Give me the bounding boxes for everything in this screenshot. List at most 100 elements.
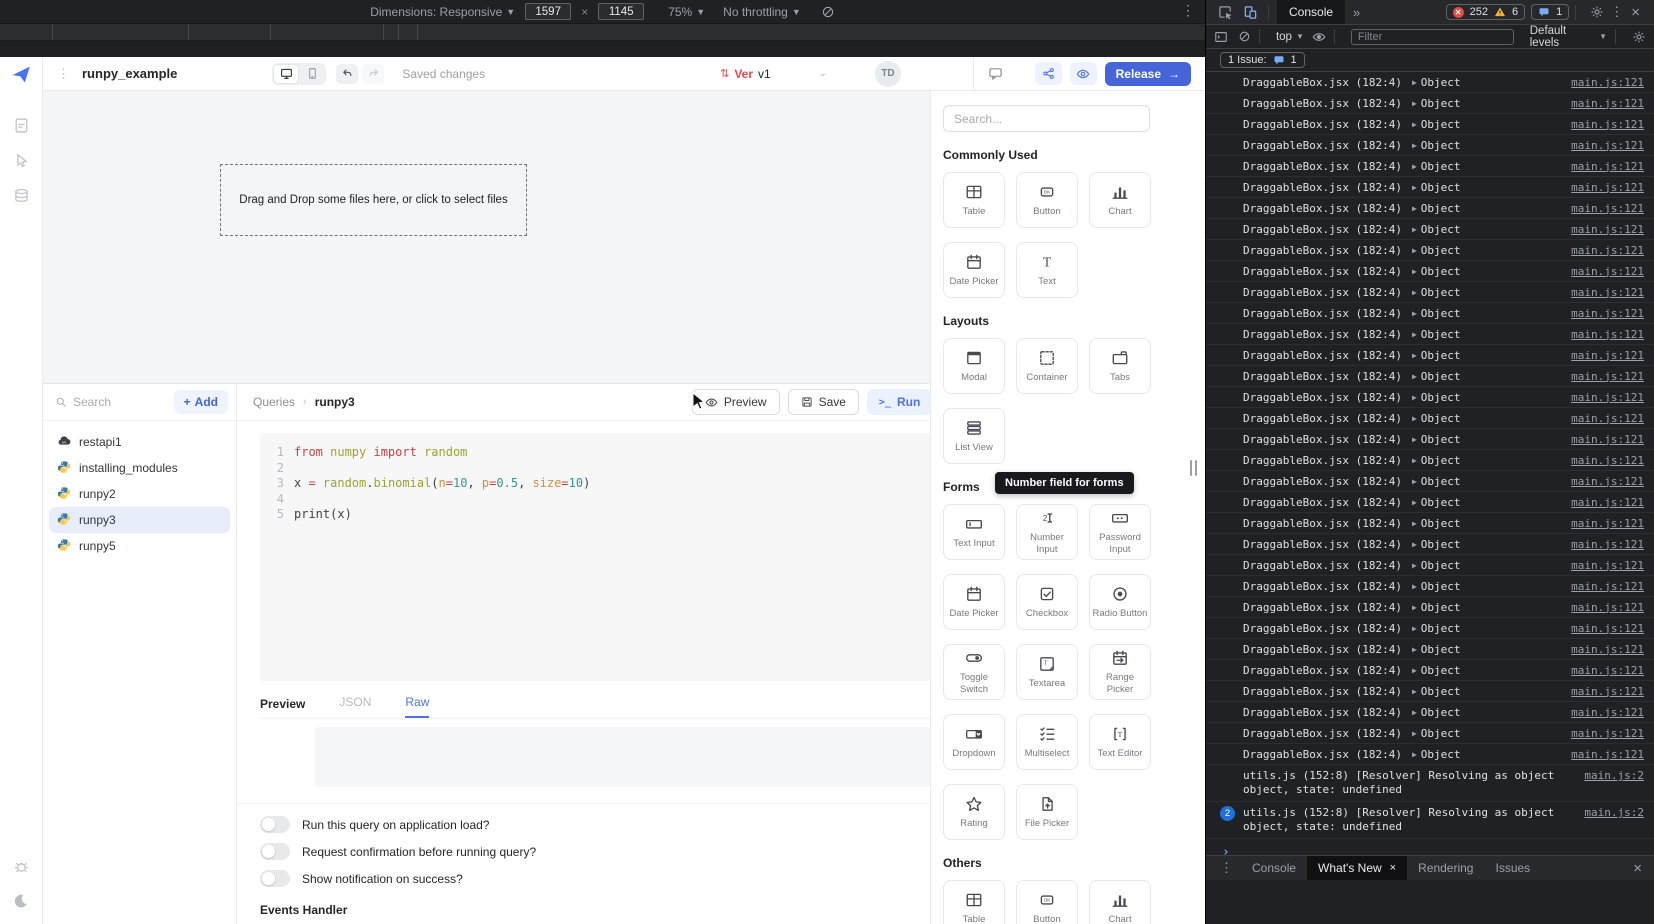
expand-object-icon[interactable]: ▶ bbox=[1412, 453, 1417, 468]
query-search-input[interactable] bbox=[73, 395, 168, 409]
expand-object-icon[interactable]: ▶ bbox=[1412, 474, 1417, 489]
log-object[interactable]: Object bbox=[1421, 180, 1461, 195]
comments-icon[interactable] bbox=[988, 66, 1003, 81]
log-object[interactable]: Object bbox=[1421, 432, 1461, 447]
log-object[interactable]: Object bbox=[1421, 264, 1461, 279]
component-card-text-input[interactable]: Text Input bbox=[943, 504, 1005, 560]
component-card-textarea[interactable]: T Textarea bbox=[1016, 644, 1078, 700]
expand-object-icon[interactable]: ▶ bbox=[1412, 201, 1417, 216]
toggle-device-toolbar-icon[interactable] bbox=[1243, 5, 1258, 20]
source-link[interactable]: main.js:121 bbox=[1571, 222, 1644, 237]
drawer-menu-kebab-icon[interactable]: ⋮ bbox=[1220, 860, 1233, 876]
expand-object-icon[interactable]: ▶ bbox=[1412, 684, 1417, 699]
pages-icon[interactable] bbox=[13, 117, 30, 134]
preview-eye-button[interactable] bbox=[1069, 62, 1097, 85]
component-card-button[interactable]: OK Button bbox=[1016, 880, 1078, 924]
console-settings-gear-icon[interactable] bbox=[1632, 30, 1646, 44]
log-object[interactable]: Object bbox=[1421, 474, 1461, 489]
component-card-table[interactable]: Table bbox=[943, 880, 1005, 924]
log-object[interactable]: Object bbox=[1421, 537, 1461, 552]
query-item-runpy2[interactable]: runpy2 bbox=[49, 481, 230, 507]
log-object[interactable]: Object bbox=[1421, 201, 1461, 216]
version-dropdown[interactable]: ⇅ Ver v1 bbox=[720, 67, 771, 81]
source-link[interactable]: main.js:121 bbox=[1571, 306, 1644, 321]
component-card-toggle-switch[interactable]: Toggle Switch bbox=[943, 644, 1005, 700]
source-link[interactable]: main.js:121 bbox=[1571, 96, 1644, 111]
preview-button[interactable]: Preview bbox=[691, 389, 780, 415]
log-object[interactable]: Object bbox=[1421, 600, 1461, 615]
log-levels-selector[interactable]: Default levels ▼ bbox=[1530, 25, 1607, 49]
component-card-container[interactable]: Container bbox=[1016, 338, 1078, 394]
expand-object-icon[interactable]: ▶ bbox=[1412, 642, 1417, 657]
redo-button[interactable] bbox=[362, 63, 385, 84]
source-link[interactable]: main.js:121 bbox=[1571, 285, 1644, 300]
dark-mode-moon-icon[interactable] bbox=[13, 893, 29, 909]
dimensions-dropdown[interactable]: Dimensions: Responsive ▼ bbox=[370, 5, 515, 19]
save-button[interactable]: Save bbox=[787, 389, 859, 415]
query-item-installing-modules[interactable]: installing_modules bbox=[49, 455, 230, 481]
context-selector[interactable]: top ▼ bbox=[1276, 31, 1304, 43]
log-object[interactable]: Object bbox=[1421, 663, 1461, 678]
drawer-tab-console[interactable]: Console bbox=[1241, 856, 1307, 880]
log-object[interactable]: Object bbox=[1421, 453, 1461, 468]
source-link[interactable]: main.js:121 bbox=[1571, 705, 1644, 720]
source-link[interactable]: main.js:121 bbox=[1571, 600, 1644, 615]
drawer-tab-what-s-new[interactable]: What's New × bbox=[1307, 856, 1408, 880]
component-card-number-input[interactable]: 2 Number Input bbox=[1016, 504, 1078, 560]
source-link[interactable]: main.js:121 bbox=[1571, 621, 1644, 636]
log-object[interactable]: Object bbox=[1421, 117, 1461, 132]
expand-object-icon[interactable]: ▶ bbox=[1412, 663, 1417, 678]
expand-object-icon[interactable]: ▶ bbox=[1412, 558, 1417, 573]
zoom-dropdown[interactable]: 75% ▼ bbox=[668, 5, 705, 19]
log-object[interactable]: Object bbox=[1421, 96, 1461, 111]
log-object[interactable]: Object bbox=[1421, 516, 1461, 531]
log-object[interactable]: Object bbox=[1421, 75, 1461, 90]
viewport-width-input[interactable] bbox=[525, 3, 572, 20]
log-object[interactable]: Object bbox=[1421, 138, 1461, 153]
source-link[interactable]: main.js:121 bbox=[1571, 453, 1644, 468]
source-link[interactable]: main.js:121 bbox=[1571, 348, 1644, 363]
expand-object-icon[interactable]: ▶ bbox=[1412, 159, 1417, 174]
query-item-restapi1[interactable]: API restapi1 bbox=[49, 429, 230, 455]
log-object[interactable]: Object bbox=[1421, 495, 1461, 510]
avatar[interactable]: TD bbox=[875, 60, 901, 87]
close-drawer-icon[interactable]: × bbox=[1633, 860, 1642, 877]
run-button[interactable]: >_ Run bbox=[866, 389, 933, 415]
expand-object-icon[interactable]: ▶ bbox=[1412, 621, 1417, 636]
expand-object-icon[interactable]: ▶ bbox=[1412, 180, 1417, 195]
app-menu-kebab-icon[interactable]: ⋮ bbox=[57, 66, 70, 82]
log-object[interactable]: Object bbox=[1421, 159, 1461, 174]
source-link[interactable]: main.js:121 bbox=[1571, 411, 1644, 426]
preview-tab-json[interactable]: JSON bbox=[339, 695, 371, 718]
console-filter-input[interactable] bbox=[1350, 28, 1514, 45]
log-object[interactable]: Object bbox=[1421, 285, 1461, 300]
component-card-date-picker[interactable]: Date Picker bbox=[943, 242, 1005, 298]
log-object[interactable]: Object bbox=[1421, 390, 1461, 405]
component-card-password-input[interactable]: Password Input bbox=[1089, 504, 1151, 560]
query-item-runpy3[interactable]: runpy3 bbox=[49, 507, 230, 533]
share-button[interactable] bbox=[1034, 62, 1062, 85]
release-button[interactable]: Release → bbox=[1104, 61, 1191, 86]
expand-object-icon[interactable]: ▶ bbox=[1412, 390, 1417, 405]
source-link[interactable]: main.js:121 bbox=[1571, 243, 1644, 258]
viewport-height-input[interactable] bbox=[598, 3, 645, 20]
expand-object-icon[interactable]: ▶ bbox=[1412, 537, 1417, 552]
settings-gear-icon[interactable] bbox=[1590, 5, 1604, 19]
console-sidebar-icon[interactable] bbox=[1214, 30, 1228, 44]
expand-object-icon[interactable]: ▶ bbox=[1412, 306, 1417, 321]
component-card-file-picker[interactable]: File Picker bbox=[1016, 784, 1078, 840]
debugger-bug-icon[interactable] bbox=[13, 858, 30, 875]
log-object[interactable]: Object bbox=[1421, 558, 1461, 573]
close-devtools-icon[interactable]: × bbox=[1631, 4, 1640, 21]
panel-resize-handle[interactable] bbox=[1190, 460, 1197, 476]
devtools-menu-kebab-icon[interactable]: ⋮ bbox=[1610, 4, 1623, 20]
source-link[interactable]: main.js:121 bbox=[1571, 75, 1644, 90]
toggle-switch[interactable] bbox=[260, 870, 290, 887]
console-prompt[interactable]: › bbox=[1206, 839, 1654, 855]
component-card-dropdown[interactable]: Dropdown bbox=[943, 714, 1005, 770]
log-object[interactable]: Object bbox=[1421, 726, 1461, 741]
source-link[interactable]: main.js:121 bbox=[1571, 579, 1644, 594]
component-card-radio-button[interactable]: Radio Button bbox=[1089, 574, 1151, 630]
components-search-input[interactable] bbox=[943, 105, 1150, 132]
log-object[interactable]: Object bbox=[1421, 369, 1461, 384]
